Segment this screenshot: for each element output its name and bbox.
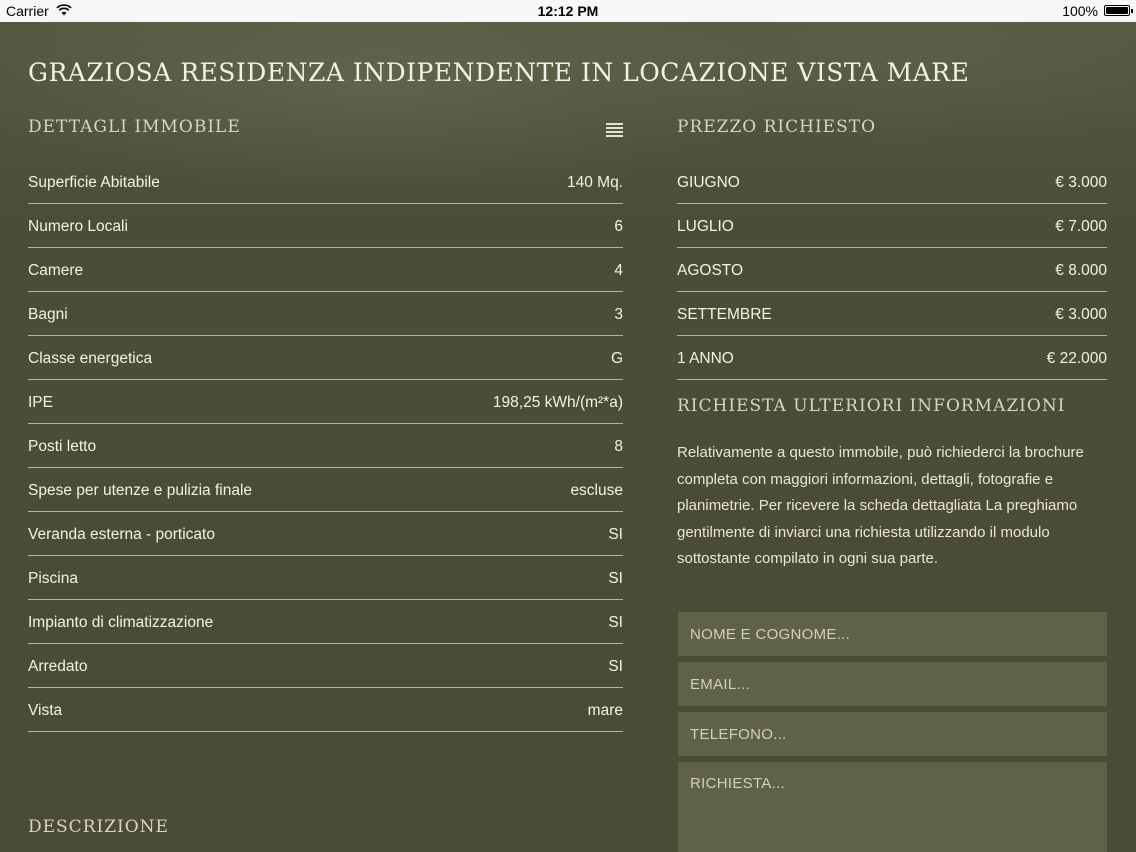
detail-row: Camere 4: [28, 248, 623, 292]
details-section-title: DETTAGLI IMMOBILE: [28, 117, 241, 137]
info-request-section-title: RICHIESTA ULTERIORI INFORMAZIONI: [677, 396, 1066, 416]
detail-row-value: G: [610, 350, 623, 367]
price-row: AGOSTO € 8.000: [677, 248, 1107, 292]
detail-row-label: Veranda esterna - porticato: [28, 526, 215, 543]
detail-row-label: Classe energetica: [28, 350, 153, 367]
detail-row-label: Camere: [28, 262, 84, 279]
info-request-text: Relativamente a questo immobile, può ric…: [677, 444, 1084, 568]
price-row-label: SETTEMBRE: [677, 306, 772, 323]
detail-row-label: IPE: [28, 394, 53, 411]
detail-row-value: SI: [608, 614, 623, 631]
battery-icon: [1104, 5, 1133, 16]
detail-row-label: Spese per utenze e pulizia finale: [28, 482, 253, 499]
page-title: GRAZIOSA RESIDENZA INDIPENDENTE IN LOCAZ…: [28, 58, 970, 87]
list-icon[interactable]: [606, 123, 623, 137]
detail-row: Vista mare: [28, 688, 623, 732]
price-row-value: € 7.000: [1055, 218, 1107, 235]
detail-row: Arredato SI: [28, 644, 623, 688]
detail-row: Posti letto 8: [28, 424, 623, 468]
detail-row: Bagni 3: [28, 292, 623, 336]
price-list: GIUGNO € 3.000 LUGLIO € 7.000 AGOSTO € 8.000 S…: [677, 160, 1107, 380]
price-row-value: € 8.000: [1055, 262, 1107, 279]
detail-row-value: SI: [608, 658, 623, 675]
price-row: SETTEMBRE € 3.000: [677, 292, 1107, 336]
detail-row-value: SI: [608, 570, 623, 587]
detail-row-value: 140 Mq.: [566, 174, 623, 191]
detail-row: Impianto di climatizzazione SI: [28, 600, 623, 644]
detail-row: Veranda esterna - porticato SI: [28, 512, 623, 556]
request-field[interactable]: [678, 762, 1107, 852]
price-row: 1 ANNO € 22.000: [677, 336, 1107, 380]
price-row-label: AGOSTO: [677, 262, 744, 279]
detail-row-value: 4: [614, 262, 623, 279]
price-row-label: LUGLIO: [677, 218, 734, 235]
detail-row-label: Vista: [28, 702, 63, 719]
price-row-label: 1 ANNO: [677, 350, 734, 367]
price-row-value: € 3.000: [1055, 306, 1107, 323]
detail-row: Classe energetica G: [28, 336, 623, 380]
detail-row-value: 3: [614, 306, 623, 323]
detail-row-label: Posti letto: [28, 438, 97, 455]
detail-row-value: 8: [614, 438, 623, 455]
price-row-value: € 3.000: [1055, 174, 1107, 191]
detail-row: Spese per utenze e pulizia finale escluse: [28, 468, 623, 512]
details-list: Superficie Abitabile 140 Mq. Numero Locali…: [28, 160, 623, 732]
detail-row-value: 198,25 kWh/(m²*a): [492, 394, 623, 411]
detail-row-value: SI: [608, 526, 623, 543]
clock: 12:12 PM: [537, 3, 599, 19]
detail-row-label: Numero Locali: [28, 218, 128, 235]
detail-row-label: Bagni: [28, 306, 68, 323]
detail-row: Numero Locali 6: [28, 204, 623, 248]
detail-row-value: mare: [587, 702, 623, 719]
detail-row: Piscina SI: [28, 556, 623, 600]
status-bar: Carrier 12:12 PM 100%: [0, 0, 1136, 22]
price-section-title: PREZZO RICHIESTO: [677, 117, 877, 137]
price-row-value: € 22.000: [1046, 350, 1107, 367]
detail-row-value: 6: [614, 218, 623, 235]
detail-row-label: Piscina: [28, 570, 78, 587]
detail-row-value: escluse: [570, 482, 623, 499]
battery-percentage: 100%: [1062, 3, 1098, 19]
name-field[interactable]: [678, 612, 1107, 656]
price-row-label: GIUGNO: [677, 174, 740, 191]
price-row: LUGLIO € 7.000: [677, 204, 1107, 248]
detail-row-label: Impianto di climatizzazione: [28, 614, 214, 631]
description-section-title: DESCRIZIONE: [28, 817, 169, 837]
email-field[interactable]: [678, 662, 1107, 706]
detail-row: IPE 198,25 kWh/(m²*a): [28, 380, 623, 424]
price-row: GIUGNO € 3.000: [677, 160, 1107, 204]
detail-row: Superficie Abitabile 140 Mq.: [28, 160, 623, 204]
phone-field[interactable]: [678, 712, 1107, 756]
detail-row-label: Arredato: [28, 658, 88, 675]
detail-row-label: Superficie Abitabile: [28, 174, 160, 191]
